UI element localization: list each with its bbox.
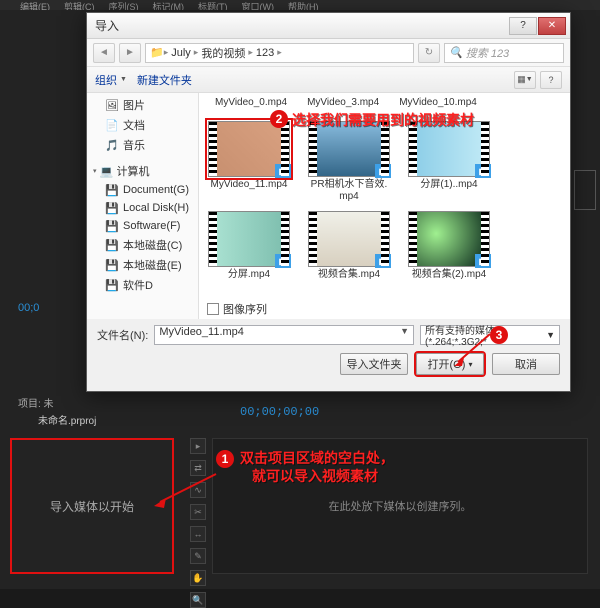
timeline-tools: ▸ ⇄ ∿ ✂ ↔ ✎ ✋ 🔍 <box>190 438 208 608</box>
annotation-text-1b: 就可以导入视频素材 <box>252 466 378 486</box>
annotation-badge-3: 3 <box>490 326 508 344</box>
sidebar-drive[interactable]: 💾Document(G) <box>87 181 198 199</box>
sidebar-item-documents[interactable]: 📄文档 <box>87 115 198 135</box>
dialog-title: 导入 <box>91 17 508 34</box>
annotation-badge-1: 1 <box>216 450 234 468</box>
file-item[interactable]: ▮▮ 视频合集.mp4 <box>307 211 391 281</box>
checkbox-icon[interactable] <box>207 303 219 315</box>
file-row-truncated: MyVideo_0.mp4MyVideo_3.mp4MyVideo_10.mp4 <box>205 97 564 111</box>
import-folder-button[interactable]: 导入文件夹 <box>340 353 408 375</box>
documents-icon: 📄 <box>105 118 119 132</box>
side-preview-thumb <box>574 170 596 210</box>
refresh-button[interactable]: ↻ <box>418 43 440 63</box>
folder-sidebar: 🖼图片 📄文档 🎵音乐 ▾💻计算机 💾Document(G) 💾Local Di… <box>87 93 199 319</box>
cancel-button[interactable]: 取消 <box>492 353 560 375</box>
image-sequence-checkbox[interactable]: 图像序列 <box>207 301 267 317</box>
window-help-button[interactable]: ? <box>509 17 537 35</box>
timeline-timecode: 00;00;00;00 <box>240 405 319 419</box>
premiere-badge-icon: ▮▮ <box>275 164 291 178</box>
drive-icon: 💾 <box>105 201 119 215</box>
premiere-badge-icon: ▮▮ <box>475 164 491 178</box>
file-item[interactable]: ▮▮ 视频合集(2).mp4 <box>407 211 491 281</box>
sidebar-drive[interactable]: 💾软件D <box>87 275 198 295</box>
tool-pen[interactable]: ✎ <box>190 548 206 564</box>
tool-hand[interactable]: ✋ <box>190 570 206 586</box>
drive-icon: 💾 <box>105 219 119 233</box>
search-icon: 🔍 <box>449 46 463 59</box>
file-label: 视频合集(2).mp4 <box>412 269 486 281</box>
new-folder-button[interactable]: 新建文件夹 <box>137 72 192 88</box>
file-item[interactable]: ▮▮ MyVideo_11.mp4 <box>207 121 291 203</box>
file-item[interactable]: ▮▮ PR相机水下音效.mp4 <box>307 121 391 203</box>
filename-label: 文件名(N): <box>97 327 148 343</box>
file-label: 视频合集.mp4 <box>318 269 380 281</box>
sidebar-item-music[interactable]: 🎵音乐 <box>87 135 198 155</box>
annotation-arrow-1 <box>150 470 220 510</box>
file-label: PR相机水下音效.mp4 <box>307 179 391 203</box>
drive-icon: 💾 <box>105 258 119 272</box>
window-close-button[interactable]: ✕ <box>538 17 566 35</box>
timeline-placeholder: 在此处放下媒体以创建序列。 <box>329 498 472 514</box>
computer-icon: 💻 <box>100 164 114 178</box>
dialog-titlebar[interactable]: 导入 ? ✕ <box>87 13 570 39</box>
breadcrumb[interactable]: 📁 ▸July ▸我的视频 ▸123 ▸ <box>145 43 414 63</box>
sidebar-group-computer[interactable]: ▾💻计算机 <box>87 161 198 181</box>
drive-icon: 💾 <box>105 183 119 197</box>
premiere-badge-icon: ▮▮ <box>375 164 391 178</box>
drive-icon: 💾 <box>105 278 119 292</box>
video-thumb: ▮▮ <box>308 211 390 267</box>
view-mode-button[interactable]: ▦▼ <box>514 71 536 89</box>
sidebar-drive[interactable]: 💾本地磁盘(C) <box>87 235 198 255</box>
premiere-badge-icon: ▮▮ <box>475 254 491 268</box>
file-label: MyVideo_11.mp4 <box>211 179 288 191</box>
app-menu-bar: 编辑(E)剪辑(C)序列(S) 标记(M)标题(T)窗口(W)帮助(H) <box>0 0 600 10</box>
file-item[interactable]: ▮▮ 分屏(1)..mp4 <box>407 121 491 203</box>
premiere-badge-icon: ▮▮ <box>375 254 391 268</box>
dialog-toolbar: 组织▼ 新建文件夹 ▦▼ ? <box>87 67 570 93</box>
help-icon[interactable]: ? <box>540 71 562 89</box>
dialog-nav-bar: ◄ ► 📁 ▸July ▸我的视频 ▸123 ▸ ↻ 🔍 搜索 123 <box>87 39 570 67</box>
project-panel-tab[interactable]: 项目: 未 <box>18 395 54 410</box>
sidebar-drive[interactable]: 💾本地磁盘(E) <box>87 255 198 275</box>
filename-input[interactable]: MyVideo_11.mp4▼ <box>154 325 414 345</box>
annotation-text-1a: 双击项目区域的空白处， <box>240 448 394 468</box>
tool-slip[interactable]: ↔ <box>190 526 206 542</box>
file-label: 分屏.mp4 <box>228 269 270 281</box>
annotation-arrow-3 <box>452 332 494 368</box>
organize-button[interactable]: 组织▼ <box>95 72 127 88</box>
annotation-badge-2: 2 <box>270 110 288 128</box>
video-thumb: ▮▮ <box>408 211 490 267</box>
sidebar-drive[interactable]: 💾Local Disk(H) <box>87 199 198 217</box>
file-label: 分屏(1)..mp4 <box>420 179 477 191</box>
tool-selection[interactable]: ▸ <box>190 438 206 454</box>
source-timecode: 00;0 <box>18 302 39 314</box>
pictures-icon: 🖼 <box>105 98 119 112</box>
music-icon: 🎵 <box>105 138 119 152</box>
annotation-text-2: 选择我们需要用到的视频素材 <box>292 110 474 130</box>
nav-forward-button[interactable]: ► <box>119 43 141 63</box>
drive-icon: 💾 <box>105 238 119 252</box>
sidebar-drive[interactable]: 💾Software(F) <box>87 217 198 235</box>
tool-zoom[interactable]: 🔍 <box>190 592 206 608</box>
premiere-badge-icon: ▮▮ <box>275 254 291 268</box>
video-thumb: ▮▮ <box>208 121 290 177</box>
sidebar-item-pictures[interactable]: 🖼图片 <box>87 95 198 115</box>
search-input[interactable]: 🔍 搜索 123 <box>444 43 564 63</box>
nav-back-button[interactable]: ◄ <box>93 43 115 63</box>
video-thumb: ▮▮ <box>208 211 290 267</box>
project-filename: 未命名.prproj <box>38 412 96 427</box>
file-item[interactable]: ▮▮ 分屏.mp4 <box>207 211 291 281</box>
empty-project-hint: 导入媒体以开始 <box>50 498 134 515</box>
folder-icon: 📁 <box>150 46 164 59</box>
